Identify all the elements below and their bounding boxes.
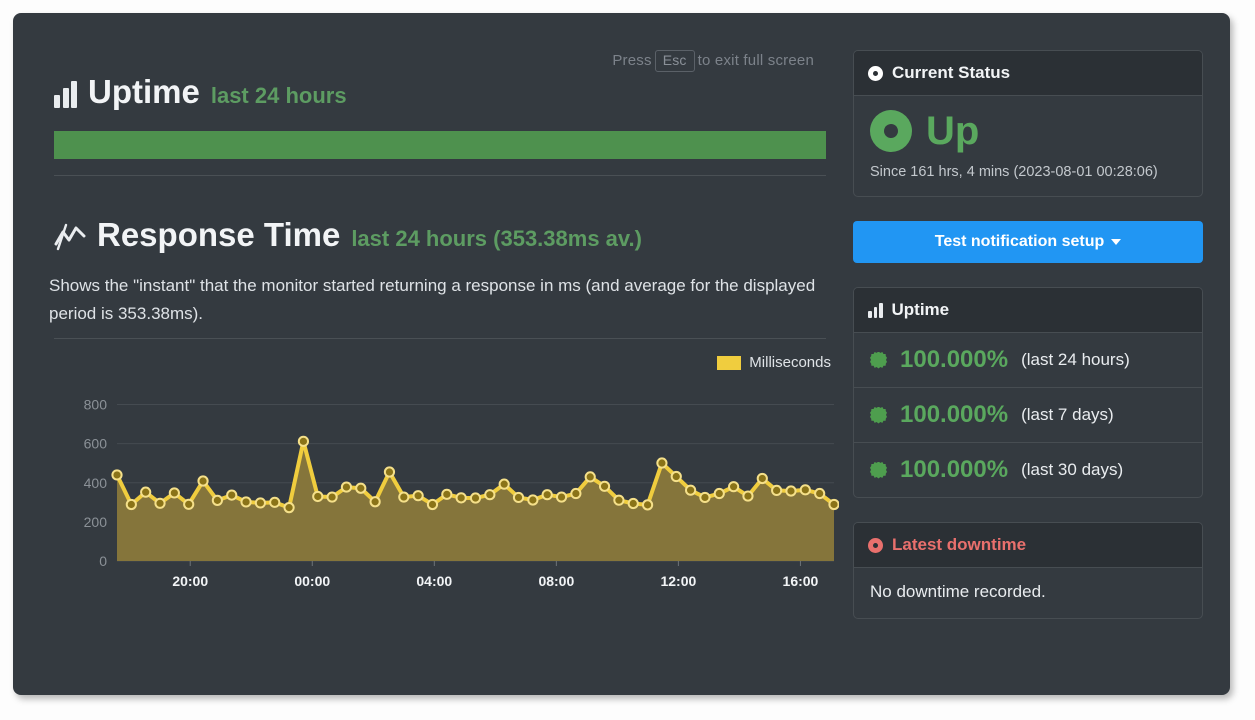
line-chart-icon xyxy=(54,223,86,251)
uptime-bar-container[interactable] xyxy=(54,131,826,159)
status-row: Up xyxy=(870,110,1186,152)
uptime-row: 100.000% (last 7 days) xyxy=(854,388,1202,443)
uptime-period: (last 7 days) xyxy=(1021,405,1114,424)
screen-frame: Press Esc to exit full screen Uptime last … xyxy=(0,0,1255,720)
uptime-subtitle: last 24 hours xyxy=(210,83,347,109)
svg-text:600: 600 xyxy=(84,436,108,452)
response-time-section-title: Response Time last 24 hours (353.38ms av… xyxy=(54,218,642,251)
section-divider-1 xyxy=(54,175,826,176)
latest-downtime-body: No downtime recorded. xyxy=(854,568,1202,618)
status-dot-icon xyxy=(868,537,883,553)
response-time-chart[interactable]: Milliseconds 0 200 400 600 800 20:00 00:00 04:0… xyxy=(49,349,839,599)
monitor-dashboard-page: Press Esc to exit full screen Uptime last … xyxy=(13,13,1230,695)
burst-icon xyxy=(870,406,887,424)
svg-text:00:00: 00:00 xyxy=(294,573,330,589)
svg-text:400: 400 xyxy=(84,475,108,491)
section-divider-2 xyxy=(54,338,826,339)
sidebar: Current Status Up Since 161 hrs, 4 mins … xyxy=(853,50,1203,643)
uptime-row: 100.000% (last 24 hours) xyxy=(854,333,1202,388)
svg-text:12:00: 12:00 xyxy=(660,573,696,589)
latest-downtime-card: Latest downtime No downtime recorded. xyxy=(853,522,1203,619)
svg-text:0: 0 xyxy=(99,553,107,569)
uptime-card-header: Uptime xyxy=(854,288,1202,333)
main-content: Press Esc to exit full screen Uptime last … xyxy=(41,13,839,695)
uptime-period: (last 24 hours) xyxy=(1021,350,1130,369)
esc-hint-prefix: Press xyxy=(612,52,652,69)
bar-chart-icon xyxy=(54,81,77,108)
uptime-rows: 100.000% (last 24 hours) 100.000% (last … xyxy=(854,333,1202,497)
test-notification-setup-button[interactable]: Test notification setup xyxy=(853,221,1203,263)
uptime-card: Uptime 100.000% (last 24 hours) 100.000%… xyxy=(853,287,1203,498)
response-time-description: Shows the "instant" that the monitor sta… xyxy=(49,276,816,323)
svg-text:08:00: 08:00 xyxy=(538,573,574,589)
svg-text:04:00: 04:00 xyxy=(416,573,452,589)
uptime-period: (last 30 days) xyxy=(1021,460,1124,479)
uptime-row: 100.000% (last 30 days) xyxy=(854,443,1202,497)
uptime-percent: 100.000% xyxy=(900,456,1009,483)
response-time-title: Response Time xyxy=(97,216,341,253)
status-up-icon xyxy=(870,110,912,152)
latest-downtime-header-label: Latest downtime xyxy=(892,535,1027,554)
test-notification-setup-label: Test notification setup xyxy=(934,233,1105,250)
chevron-down-icon xyxy=(1111,239,1122,245)
esc-key: Esc xyxy=(654,50,695,73)
burst-icon xyxy=(870,461,887,479)
svg-text:20:00: 20:00 xyxy=(172,573,208,589)
svg-text:200: 200 xyxy=(84,514,108,530)
uptime-bar-segment[interactable] xyxy=(54,131,826,159)
bar-chart-icon xyxy=(868,302,883,318)
svg-text:16:00: 16:00 xyxy=(783,573,819,589)
latest-downtime-header: Latest downtime xyxy=(854,523,1202,568)
current-status-header: Current Status xyxy=(854,51,1202,96)
current-status-body: Up Since 161 hrs, 4 mins (2023-08-01 00:… xyxy=(854,96,1202,196)
burst-icon xyxy=(870,351,887,369)
latest-downtime-message: No downtime recorded. xyxy=(870,582,1046,601)
uptime-percent: 100.000% xyxy=(900,346,1009,373)
uptime-card-header-label: Uptime xyxy=(891,300,950,319)
current-status-header-label: Current Status xyxy=(892,63,1011,82)
response-time-subtitle: last 24 hours (353.38ms av.) xyxy=(351,226,642,252)
uptime-section-title: Uptime last 24 hours xyxy=(54,75,347,108)
chart-svg: 0 200 400 600 800 20:00 00:00 04:00 08:00 12:00 16… xyxy=(84,397,839,589)
status-dot-icon xyxy=(868,65,883,81)
uptime-percent: 100.000% xyxy=(900,401,1009,428)
status-value: Up xyxy=(926,109,980,153)
svg-text:800: 800 xyxy=(84,397,108,413)
current-status-card: Current Status Up Since 161 hrs, 4 mins … xyxy=(853,50,1203,197)
status-since-text: Since 161 hrs, 4 mins (2023-08-01 00:28:… xyxy=(870,164,1158,180)
esc-hint-suffix: to exit full screen xyxy=(697,52,814,69)
uptime-title: Uptime xyxy=(88,73,200,110)
exit-fullscreen-hint: Press Esc to exit full screen xyxy=(612,50,814,73)
